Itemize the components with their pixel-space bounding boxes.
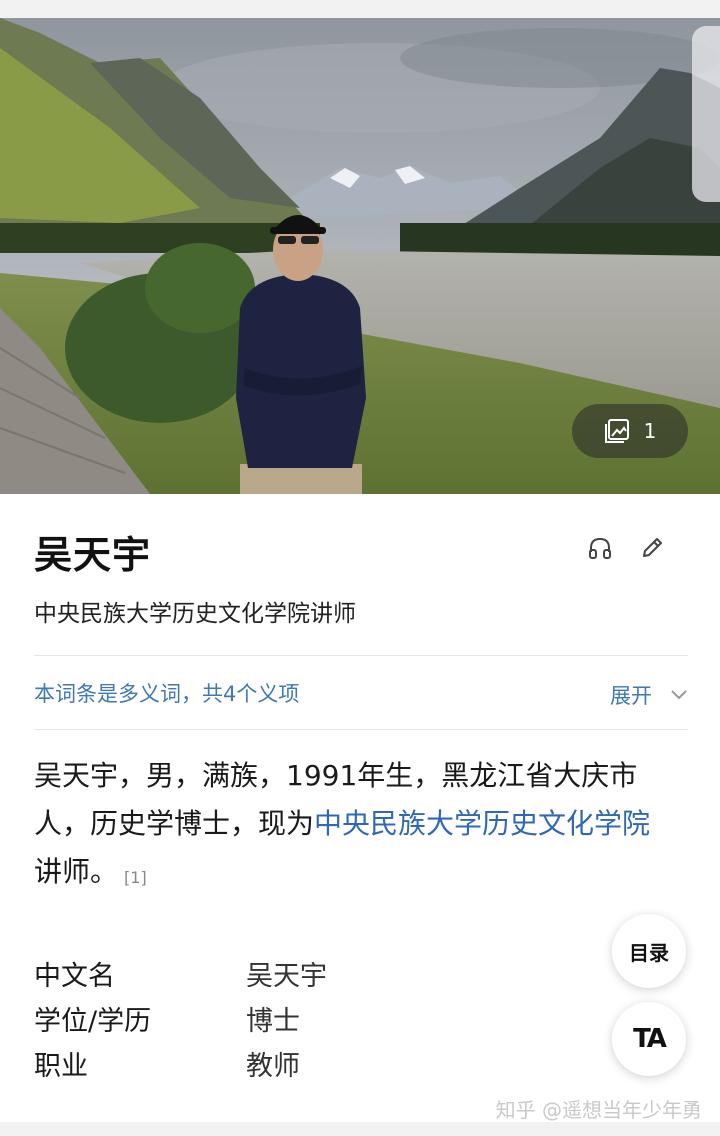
expand-button[interactable]: 展开	[610, 680, 688, 710]
divider	[34, 655, 688, 656]
description-text-end: 讲师。	[34, 855, 119, 888]
info-key: 中文名	[34, 961, 115, 992]
polysemy-link[interactable]: 本词条是多义词，共4个义项	[34, 678, 299, 708]
entry-subtitle: 中央民族大学历史文化学院讲师	[34, 601, 356, 627]
chevron-down-icon	[671, 690, 687, 700]
gallery-icon	[604, 419, 629, 443]
institution-link[interactable]: 中央民族大学历史文化学院	[314, 807, 650, 840]
info-key: 学位/学历	[34, 1006, 152, 1037]
info-key: 职业	[34, 1051, 88, 1082]
headphones-icon[interactable]	[586, 534, 614, 562]
info-row: 学位/学历 博士	[34, 999, 327, 1044]
top-strip	[0, 0, 720, 18]
toc-button[interactable]: 目录	[612, 914, 686, 988]
gallery-button[interactable]: 1	[572, 404, 688, 458]
info-value: 教师	[246, 1051, 300, 1082]
edit-icon[interactable]	[638, 534, 666, 562]
info-row: 中文名 吴天宇	[34, 954, 327, 999]
info-value: 吴天宇	[246, 961, 327, 992]
reference-marker[interactable]: [1]	[124, 868, 147, 887]
info-value: 博士	[246, 1006, 300, 1037]
info-box: 中文名 吴天宇 学位/学历 博士 职业 教师	[34, 954, 327, 1089]
side-drawer-handle[interactable]	[692, 26, 720, 202]
bottom-strip	[0, 1122, 720, 1136]
ta-button[interactable]: TA	[612, 1002, 686, 1076]
gallery-count: 1	[643, 419, 657, 443]
info-row: 职业 教师	[34, 1044, 327, 1089]
entry-title: 吴天宇	[34, 533, 152, 577]
divider	[34, 729, 688, 730]
entry-description: 吴天宇，男，满族，1991年生，黑龙江省大庆市人，历史学博士，现为中央民族大学历…	[34, 752, 674, 896]
watermark: 知乎 @遥想当年少年勇	[495, 1098, 702, 1122]
expand-label: 展开	[610, 684, 652, 708]
